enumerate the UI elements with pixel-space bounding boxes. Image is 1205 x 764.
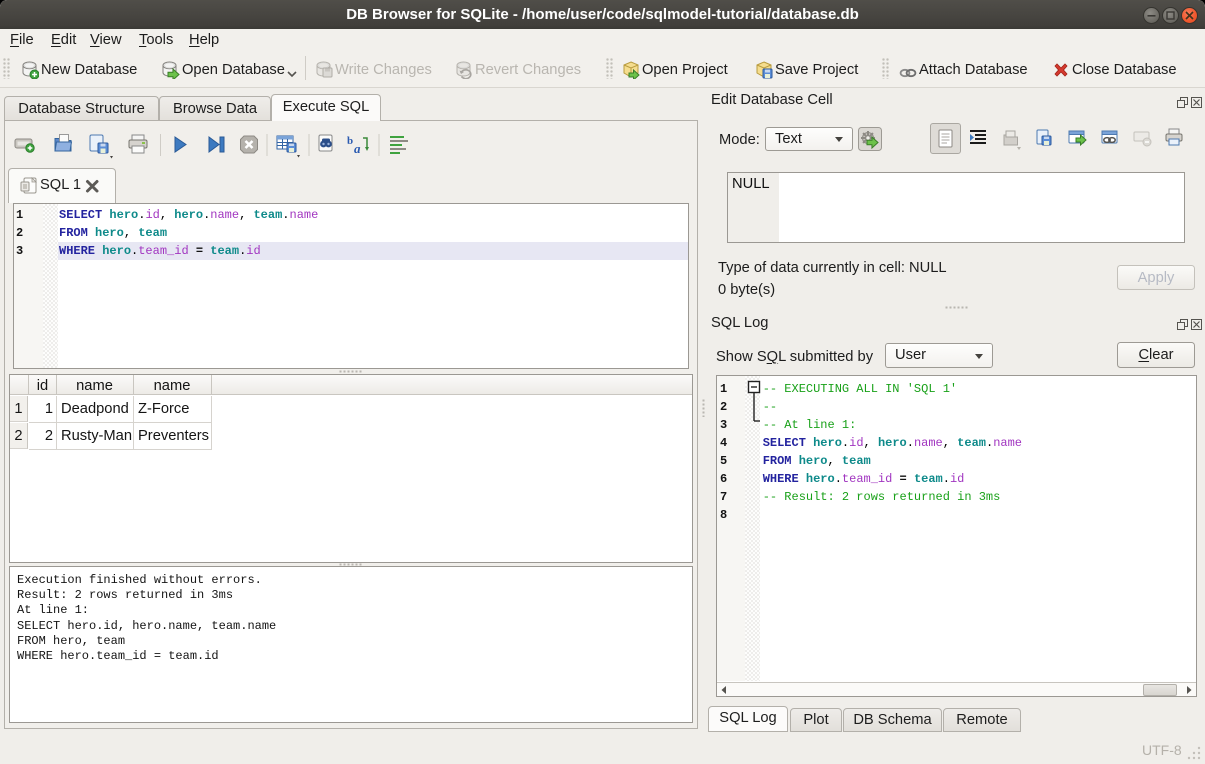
svg-text:b: b: [347, 135, 353, 147]
svg-text:a: a: [354, 141, 361, 156]
